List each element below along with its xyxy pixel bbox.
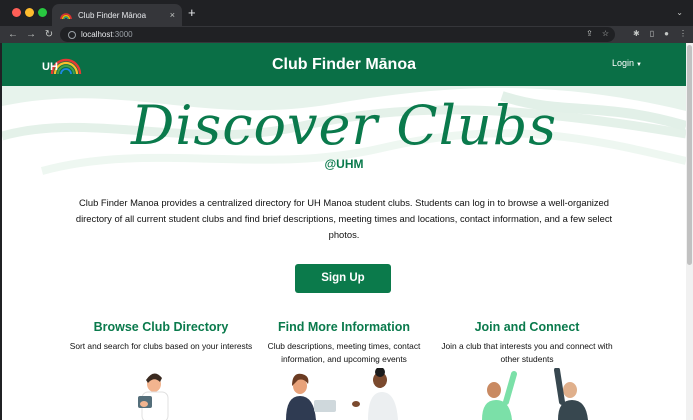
feature-desc: Join a club that interests you and conne… — [441, 341, 613, 364]
address-bar[interactable]: localhost:3000 ⇪ ☆ — [60, 27, 615, 42]
back-icon[interactable]: ← — [4, 29, 22, 40]
extensions-icon[interactable]: ✱ — [633, 29, 640, 38]
hero-title: Discover Clubs — [130, 94, 558, 157]
minimize-window-button[interactable] — [25, 8, 34, 17]
raising-hands-illustration — [482, 368, 588, 420]
maximize-window-button[interactable] — [38, 8, 47, 17]
url-host: localhost — [81, 30, 113, 39]
feature-desc: Sort and search for clubs based on your … — [69, 341, 253, 351]
feature-info: Find More Information Club descriptions,… — [249, 319, 439, 366]
login-dropdown[interactable]: Login ▼ — [612, 58, 642, 68]
side-panel-icon[interactable]: ▯ — [650, 29, 654, 38]
feature-desc: Club descriptions, meeting times, contac… — [267, 341, 421, 364]
people-talking-illustration — [286, 368, 398, 420]
profile-icon[interactable]: ● — [664, 29, 669, 38]
feature-title: Join and Connect — [474, 320, 580, 334]
intro-text: Club Finder Manoa provides a centralized… — [75, 197, 613, 240]
caret-down-icon: ▼ — [636, 62, 642, 68]
new-tab-icon[interactable]: + — [188, 6, 196, 19]
rainbow-favicon-icon — [60, 13, 72, 20]
feature-join: Join and Connect Join a club that intere… — [432, 319, 622, 366]
tab-title: Club Finder Mānoa — [78, 10, 147, 20]
share-icon[interactable]: ⇪ — [586, 29, 593, 38]
forward-icon[interactable]: → — [22, 29, 40, 40]
browser-window: Club Finder Mānoa × + ⌄ ← → ↻ localhost:… — [0, 0, 693, 420]
site-info-icon[interactable] — [68, 30, 76, 39]
site-navbar: UH Club Finder Mānoa Login ▼ — [2, 43, 686, 86]
feature-title: Browse Club Directory — [93, 320, 229, 334]
tab-strip: Club Finder Mānoa × + ⌄ — [0, 0, 693, 26]
site-title[interactable]: Club Finder Mānoa — [2, 43, 686, 86]
tab-search-icon[interactable]: ⌄ — [676, 8, 683, 17]
person-with-tablet-illustration — [138, 373, 169, 420]
feature-title: Find More Information — [278, 320, 410, 334]
page-viewport: UH Club Finder Mānoa Login ▼ Discover Clu… — [2, 43, 686, 420]
people-illustrations — [138, 368, 588, 420]
browser-toolbar: ← → ↻ localhost:3000 ⇪ ☆ ✱ ▯ ● ⋮ — [0, 26, 693, 43]
close-tab-icon[interactable]: × — [170, 10, 175, 20]
page-scrollbar[interactable] — [686, 43, 693, 420]
reload-icon[interactable]: ↻ — [40, 29, 58, 40]
sign-up-button[interactable]: Sign Up — [295, 264, 391, 293]
browser-tab[interactable]: Club Finder Mānoa × — [52, 4, 182, 26]
login-label: Login — [612, 58, 635, 68]
bookmark-star-icon[interactable]: ☆ — [602, 29, 609, 38]
browser-menu-icon[interactable]: ⋮ — [679, 29, 687, 38]
url-port: :3000 — [112, 30, 133, 39]
feature-browse: Browse Club Directory Sort and search fo… — [66, 319, 256, 353]
close-window-button[interactable] — [12, 8, 21, 17]
scrollbar-thumb[interactable] — [687, 45, 692, 265]
hero-subtitle: @UHM — [324, 157, 364, 171]
